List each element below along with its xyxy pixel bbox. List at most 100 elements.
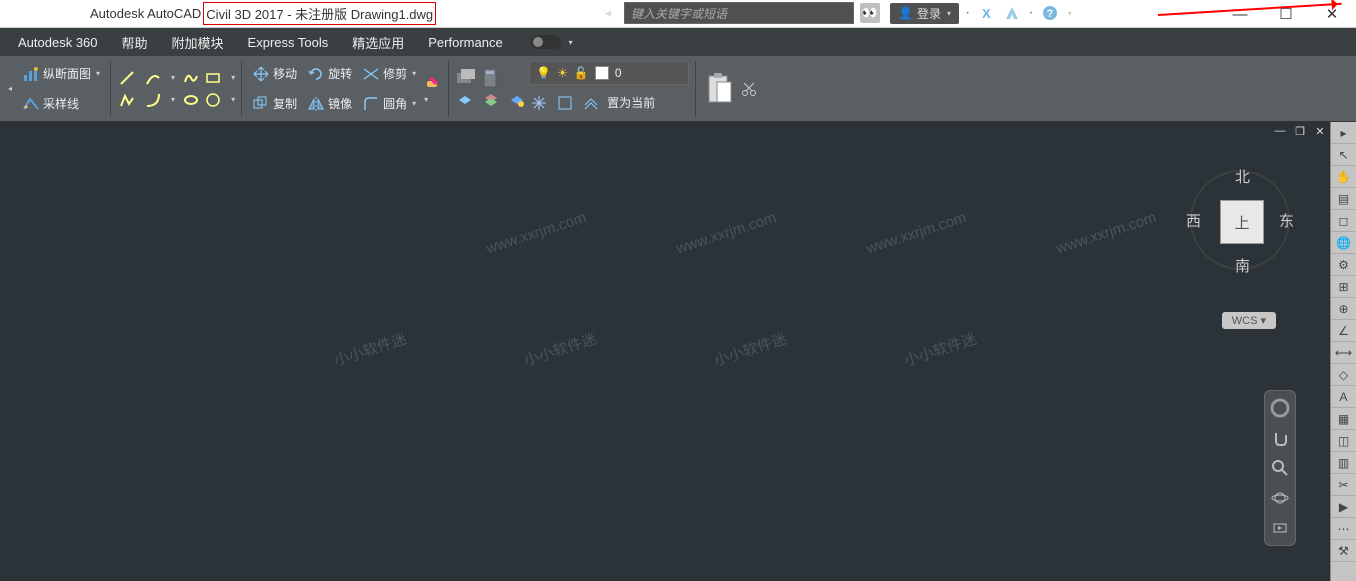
ribbon-layer-group [455, 68, 527, 110]
login-button[interactable]: 👤 登录 ▾ [890, 3, 959, 24]
palette-gear-icon[interactable]: ⚙ [1331, 254, 1356, 276]
chevron-down-icon[interactable]: ▾ [171, 95, 175, 104]
panel-toggle-button[interactable] [531, 35, 561, 49]
palette-clip-icon[interactable]: ✂ [1331, 474, 1356, 496]
sample-line-button[interactable]: 采样线 [18, 90, 104, 118]
palette-more-icon[interactable]: ⋯ [1331, 518, 1356, 540]
layer-match-icon[interactable] [555, 93, 575, 113]
menu-help[interactable]: 帮助 [112, 29, 158, 56]
orbit-icon[interactable] [1267, 485, 1293, 511]
menu-addons[interactable]: 附加模块 [162, 29, 234, 56]
showmotion-icon[interactable] [1267, 515, 1293, 541]
drawing-canvas[interactable]: — ❐ ✕ 上 北 南 东 西 WCS ▾ 小小软件迷 www.xxrjm.co… [0, 122, 1330, 581]
compass-east[interactable]: 东 [1279, 210, 1294, 231]
view-cube[interactable]: 上 北 南 东 西 [1180, 160, 1300, 280]
rotate-label: 旋转 [328, 65, 352, 82]
sun-icon: ☀ [557, 66, 568, 80]
palette-hand-icon[interactable]: ✋ [1331, 166, 1356, 188]
palette-block-icon[interactable]: ◫ [1331, 430, 1356, 452]
palette-globe-icon[interactable]: 🌐 [1331, 232, 1356, 254]
set-current-button[interactable]: 置为当前 [607, 89, 655, 117]
close-button[interactable]: ✕ [1318, 0, 1346, 28]
compass-north[interactable]: 北 [1235, 166, 1250, 187]
palette-arrow-icon[interactable]: ▸ [1331, 122, 1356, 144]
layer-props-icon[interactable] [455, 68, 475, 88]
trim-button[interactable]: 修剪 ▾ [358, 60, 420, 88]
palette-snap-icon[interactable]: ◇ [1331, 364, 1356, 386]
rotate-button[interactable]: 旋转 [303, 60, 356, 88]
tool-palette: ▸ ↖ ✋ ▤ ◻ 🌐 ⚙ ⊞ ⊕ ∠ ⟷ ◇ A ▦ ◫ ▥ ✂ ▶ ⋯ ⚒ [1330, 122, 1356, 581]
palette-dim-icon[interactable]: ⟷ [1331, 342, 1356, 364]
pan-icon[interactable] [1267, 425, 1293, 451]
ribbon-layer-current: 💡 ☀ 🔓 0 置为当前 [529, 61, 689, 117]
minimize-button[interactable]: — [1226, 0, 1254, 28]
palette-box-icon[interactable]: ◻ [1331, 210, 1356, 232]
layer-merge-icon[interactable] [581, 93, 601, 113]
help-icon[interactable]: ? [1040, 3, 1060, 23]
modify-expand-icon[interactable]: ▾ [424, 95, 428, 104]
layer-panel-icon[interactable] [481, 68, 501, 88]
compass-south[interactable]: 南 [1235, 255, 1250, 276]
palette-hatch-icon[interactable]: ▦ [1331, 408, 1356, 430]
line-icon[interactable] [117, 68, 137, 88]
sample-line-icon [22, 95, 40, 113]
exchange-x-icon[interactable]: X [976, 3, 996, 23]
compass-west[interactable]: 西 [1186, 210, 1201, 231]
menu-autodesk360[interactable]: Autodesk 360 [8, 31, 108, 54]
chevron-down-icon[interactable]: ▾ [171, 73, 175, 82]
watermark: 小小软件迷 www.xxrjm.com [331, 294, 512, 371]
binoculars-icon[interactable]: 👀 [860, 3, 880, 23]
copy-button[interactable]: 复制 [248, 90, 301, 118]
profile-view-button[interactable]: 纵断面图 ▾ [18, 60, 104, 88]
layer-tool-1-icon[interactable] [455, 90, 475, 110]
palette-select-icon[interactable]: ↖ [1331, 144, 1356, 166]
menu-featured[interactable]: 精选应用 [342, 29, 414, 56]
paste-button[interactable] [702, 64, 738, 114]
title-prefix: Autodesk AutoCAD [90, 6, 201, 21]
menu-performance[interactable]: Performance [418, 31, 512, 54]
quick-access-area: ◂ 键入关键字或短语 👀 👤 登录 ▾ · X · ? ▾ [598, 2, 1072, 24]
palette-grid-icon[interactable]: ⊞ [1331, 276, 1356, 298]
move-button[interactable]: 移动 [248, 60, 301, 88]
freeze-icon[interactable] [529, 93, 549, 113]
maximize-button[interactable]: ☐ [1272, 0, 1300, 28]
arc-icon[interactable] [143, 68, 163, 88]
view-cube-top-face[interactable]: 上 [1220, 200, 1264, 244]
cut-icon[interactable] [740, 80, 758, 98]
spline-icon[interactable] [181, 68, 201, 88]
rect-icon[interactable] [203, 68, 223, 88]
layer-tool-2-icon[interactable] [481, 90, 501, 110]
palette-point-icon[interactable]: ⊕ [1331, 298, 1356, 320]
layer-dropdown[interactable]: 💡 ☀ 🔓 0 [529, 61, 689, 85]
help-dropdown-icon[interactable]: ▾ [1068, 9, 1072, 18]
menu-express[interactable]: Express Tools [238, 31, 339, 54]
palette-table-icon[interactable]: ▥ [1331, 452, 1356, 474]
palette-settings-icon[interactable]: ⚒ [1331, 540, 1356, 562]
doc-restore-button[interactable]: ❐ [1292, 124, 1308, 138]
mirror-button[interactable]: 镜像 [303, 90, 356, 118]
polyline-icon[interactable] [117, 90, 137, 110]
palette-angle-icon[interactable]: ∠ [1331, 320, 1356, 342]
palette-text-icon[interactable]: A [1331, 386, 1356, 408]
autodesk-a-icon[interactable] [1002, 3, 1022, 23]
panel-toggle-dropdown-icon[interactable]: ▾ [569, 38, 573, 47]
erase-icon[interactable] [422, 73, 442, 93]
layer-tool-3-icon[interactable] [507, 90, 527, 110]
steering-wheel-icon[interactable] [1267, 395, 1293, 421]
doc-minimize-button[interactable]: — [1272, 124, 1288, 138]
qat-arrow-left-icon[interactable]: ◂ [598, 3, 618, 23]
window-controls: — ☐ ✕ [1226, 0, 1346, 28]
chevron-down-icon[interactable]: ▾ [231, 95, 235, 104]
zoom-icon[interactable] [1267, 455, 1293, 481]
ellipse-icon[interactable] [181, 90, 201, 110]
chevron-down-icon[interactable]: ▾ [231, 73, 235, 82]
circle-icon[interactable] [203, 90, 223, 110]
palette-play-icon[interactable]: ▶ [1331, 496, 1356, 518]
wcs-indicator[interactable]: WCS ▾ [1222, 312, 1276, 329]
palette-layers-icon[interactable]: ▤ [1331, 188, 1356, 210]
keyword-search-input[interactable]: 键入关键字或短语 [624, 2, 854, 24]
fillet-button[interactable]: 圆角 ▾ [358, 90, 420, 118]
curve-icon[interactable] [143, 90, 163, 110]
doc-close-button[interactable]: ✕ [1312, 124, 1328, 138]
ribbon-chevron-left-icon[interactable]: ◂ [4, 84, 16, 93]
